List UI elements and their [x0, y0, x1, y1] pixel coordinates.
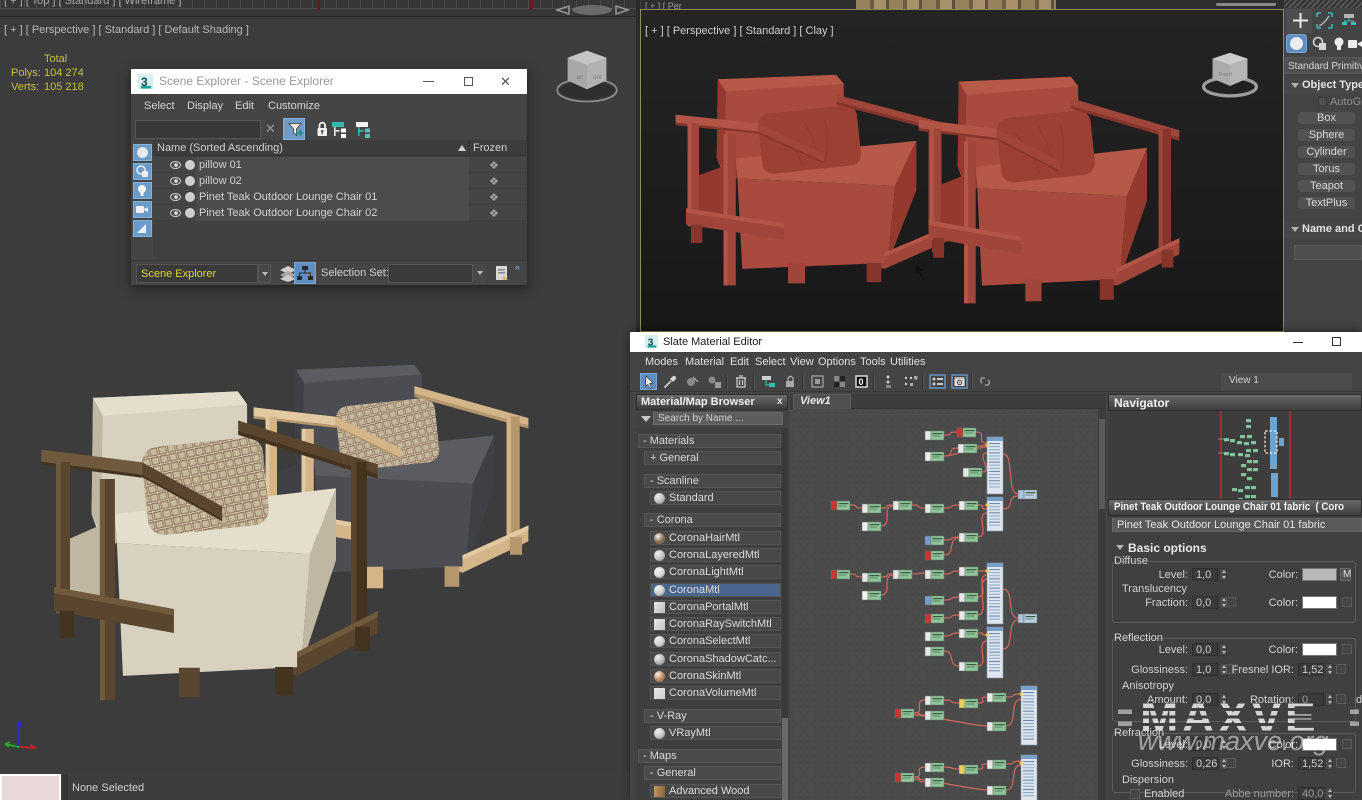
- svg-text:0: 0: [859, 377, 864, 387]
- svg-text:an: an: [577, 74, 584, 81]
- svg-text:Front: Front: [1218, 72, 1232, 78]
- svg-text:ont: ont: [593, 74, 602, 81]
